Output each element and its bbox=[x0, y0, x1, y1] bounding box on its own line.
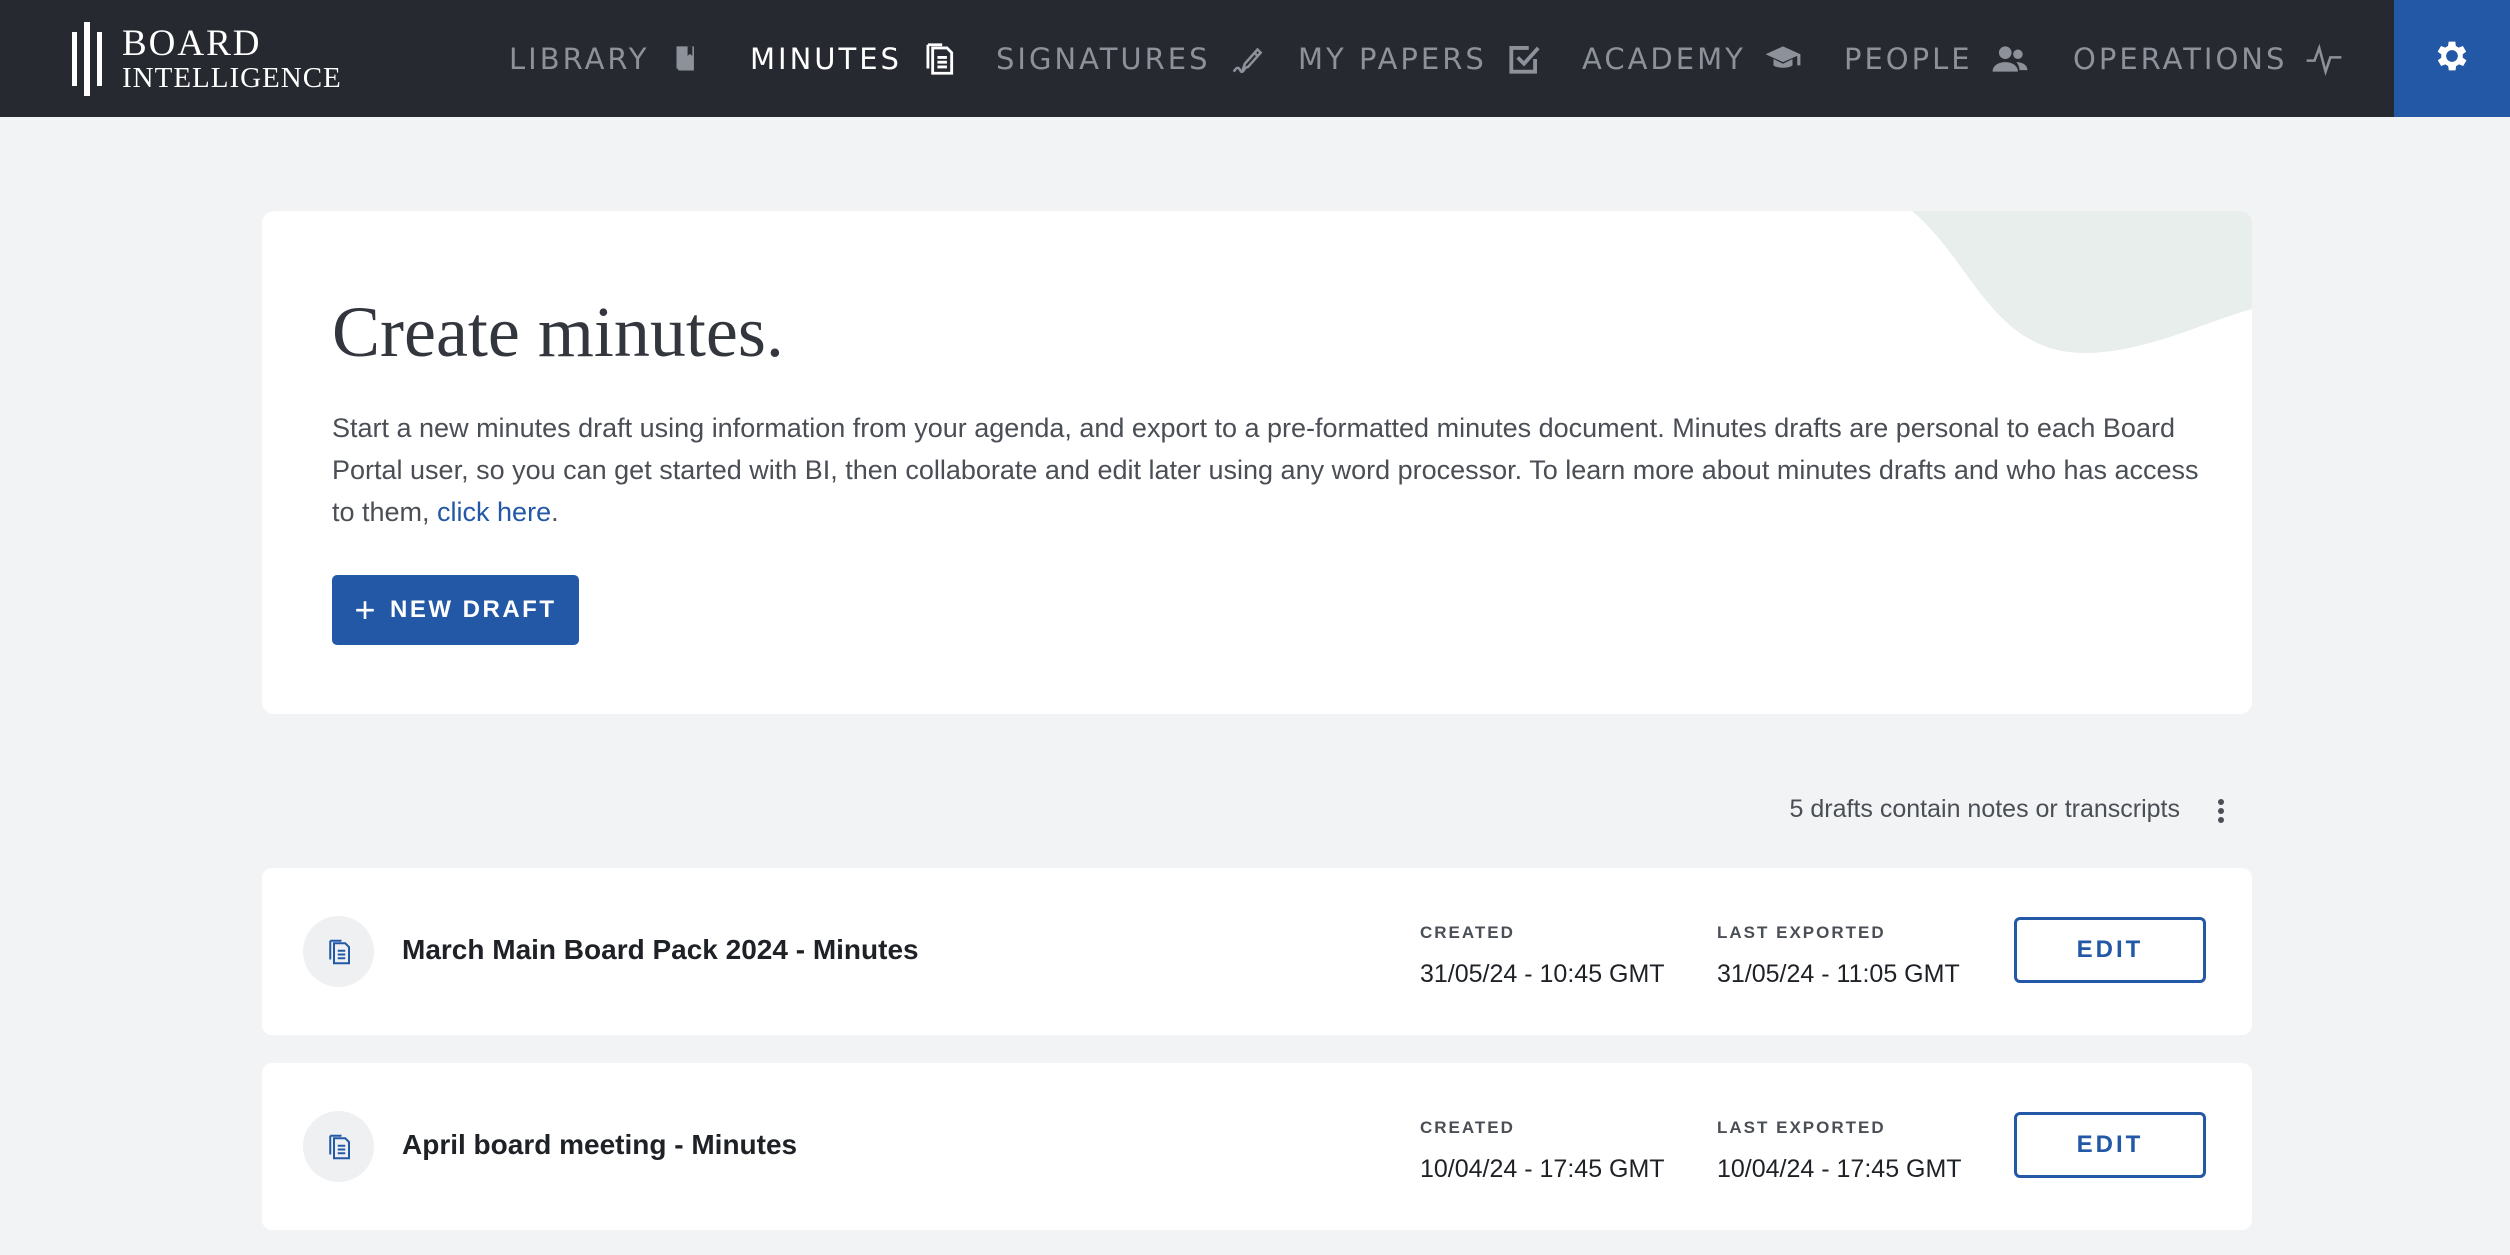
draft-title[interactable]: April board meeting - Minutes bbox=[402, 1129, 797, 1161]
drafts-info-text: 5 drafts contain notes or transcripts bbox=[1789, 795, 2180, 823]
pen-signature-icon bbox=[1229, 40, 1267, 78]
description-text: Start a new minutes draft using informat… bbox=[332, 413, 2199, 527]
nav-item-signatures[interactable]: SIGNATURES bbox=[996, 0, 1267, 117]
graduation-cap-icon bbox=[1764, 40, 1802, 78]
last-exported-label: LAST EXPORTED bbox=[1717, 1118, 1886, 1137]
nav-item-label: PEOPLE bbox=[1844, 41, 1973, 76]
description-end: . bbox=[551, 497, 559, 527]
nav-item-label: MINUTES bbox=[750, 41, 902, 76]
draft-title[interactable]: March Main Board Pack 2024 - Minutes bbox=[402, 934, 919, 966]
pulse-icon bbox=[2305, 40, 2343, 78]
plus-icon: + bbox=[354, 589, 379, 630]
logo-line-1: BOARD bbox=[122, 23, 262, 64]
draft-row[interactable]: April board meeting - Minutes CREATED 10… bbox=[262, 1063, 2252, 1230]
draft-row[interactable]: March Main Board Pack 2024 - Minutes CRE… bbox=[262, 868, 2252, 1035]
decorative-wave bbox=[1912, 211, 2252, 354]
nav-item-label: SIGNATURES bbox=[996, 41, 1211, 76]
logo-line-2: INTELLIGENCE bbox=[122, 62, 342, 94]
nav-item-people[interactable]: PEOPLE bbox=[1844, 0, 2029, 117]
new-draft-button[interactable]: + NEW DRAFT bbox=[332, 575, 579, 645]
nav-item-minutes[interactable]: MINUTES bbox=[750, 0, 958, 117]
nav-item-label: ACADEMY bbox=[1582, 41, 1746, 76]
gear-icon bbox=[2432, 36, 2472, 81]
last-exported-value: 10/04/24 - 17:45 GMT bbox=[1717, 1155, 1962, 1183]
logo-mark-icon bbox=[70, 22, 104, 96]
create-minutes-card: Create minutes. Start a new minutes draf… bbox=[262, 211, 2252, 714]
settings-button[interactable] bbox=[2394, 0, 2510, 117]
document-icon bbox=[303, 916, 374, 987]
last-exported-label: LAST EXPORTED bbox=[1717, 923, 1886, 942]
nav-item-label: OPERATIONS bbox=[2073, 41, 2288, 76]
nav-item-operations[interactable]: OPERATIONS bbox=[2073, 0, 2343, 117]
document-icon bbox=[920, 40, 958, 78]
book-icon bbox=[667, 40, 705, 78]
nav-item-label: LIBRARY bbox=[509, 41, 650, 76]
board-intelligence-logo[interactable]: BOARD INTELLIGENCE bbox=[70, 22, 342, 96]
last-exported-value: 31/05/24 - 11:05 GMT bbox=[1717, 960, 1960, 988]
nav-item-library[interactable]: LIBRARY bbox=[509, 0, 705, 117]
new-draft-label: NEW DRAFT bbox=[390, 596, 557, 623]
page-description: Start a new minutes draft using informat… bbox=[332, 407, 2202, 533]
nav-item-academy[interactable]: ACADEMY bbox=[1582, 0, 1802, 117]
click-here-link[interactable]: click here bbox=[437, 497, 551, 527]
created-label: CREATED bbox=[1420, 1118, 1515, 1137]
nav-item-label: MY PAPERS bbox=[1298, 41, 1487, 76]
edit-button[interactable]: EDIT bbox=[2014, 917, 2206, 983]
created-value: 31/05/24 - 10:45 GMT bbox=[1420, 960, 1665, 988]
document-icon bbox=[303, 1111, 374, 1182]
page-title: Create minutes. bbox=[332, 292, 784, 372]
more-options-icon[interactable] bbox=[2208, 793, 2234, 829]
created-label: CREATED bbox=[1420, 923, 1515, 942]
nav-item-my-papers[interactable]: MY PAPERS bbox=[1298, 0, 1543, 117]
top-navigation-bar: BOARD INTELLIGENCE LIBRARY MINUTES SIGNA… bbox=[0, 0, 2510, 117]
people-icon bbox=[1991, 40, 2029, 78]
checkbox-icon bbox=[1505, 40, 1543, 78]
edit-button[interactable]: EDIT bbox=[2014, 1112, 2206, 1178]
created-value: 10/04/24 - 17:45 GMT bbox=[1420, 1155, 1665, 1183]
